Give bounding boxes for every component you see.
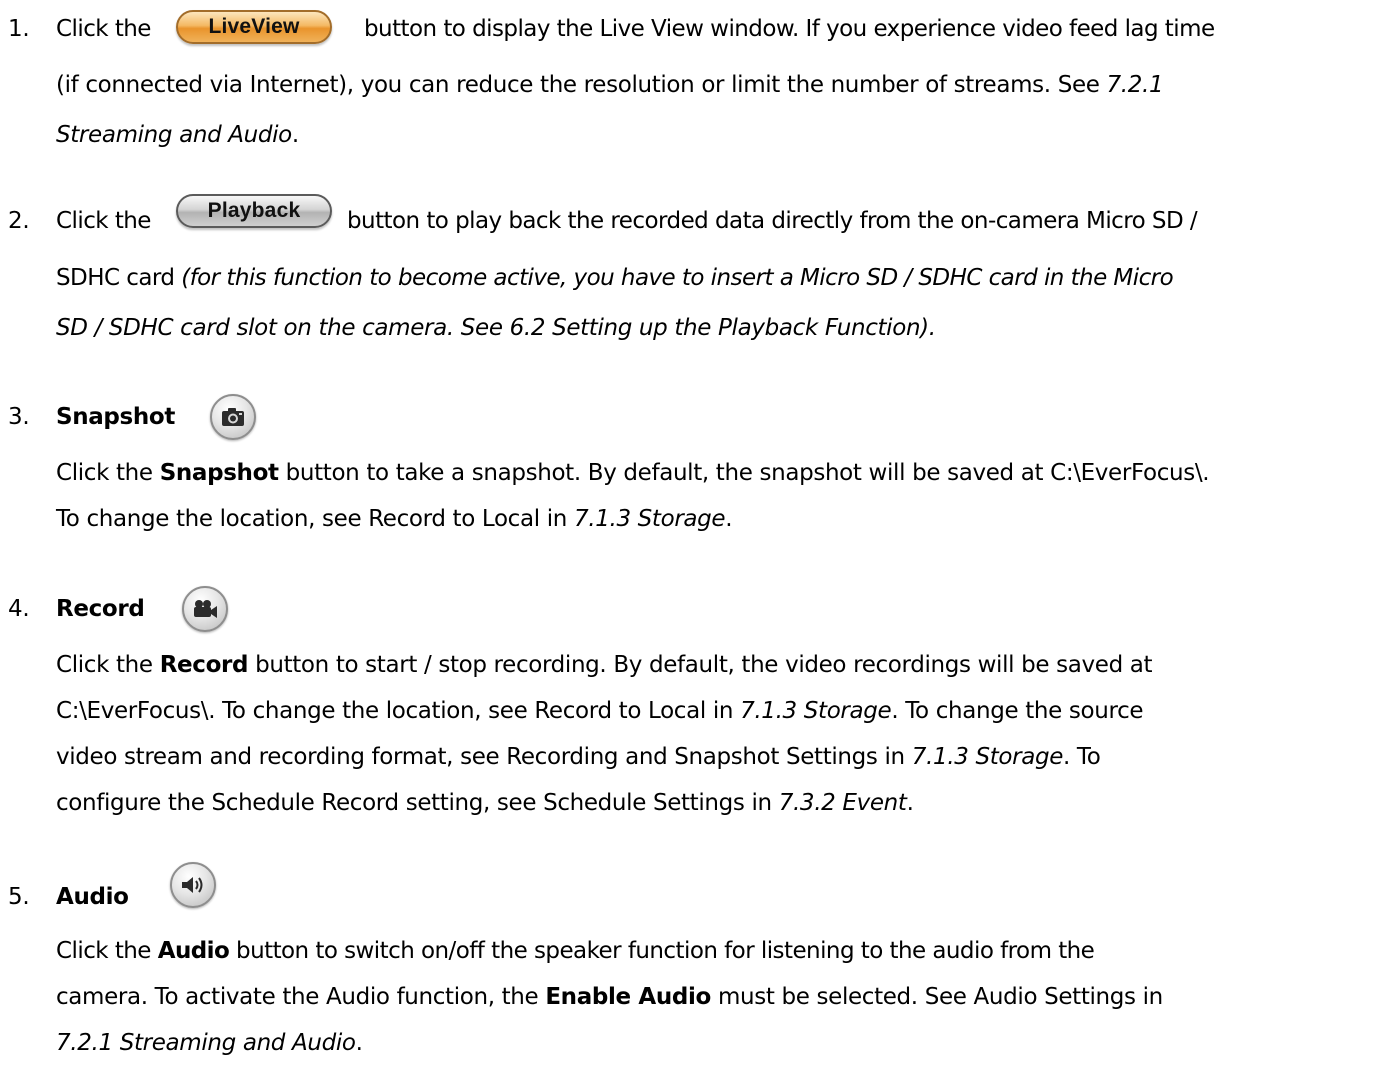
body-text-line: Click the Record button to start / stop …: [56, 648, 1153, 682]
italic-reference: Streaming and Audio: [56, 122, 292, 148]
body-text-line: C:\EverFocus\. To change the location, s…: [56, 694, 1144, 728]
text-run: . To change the source: [891, 698, 1144, 724]
camera-icon[interactable]: [210, 394, 256, 440]
text-run: Click the: [56, 938, 158, 964]
text-run: must be selected. See Audio Settings in: [711, 984, 1163, 1010]
text-run: To change the location, see Record to Lo…: [56, 506, 574, 532]
bold-term: Enable Audio: [545, 984, 711, 1010]
text-run: C:\EverFocus\. To change the location, s…: [56, 698, 741, 724]
text-run: .: [906, 790, 914, 816]
section-title-text: Record: [56, 596, 145, 622]
body-text-line: Click the: [56, 204, 151, 238]
section-title-text: Snapshot: [56, 404, 175, 430]
italic-reference: SD / SDHC card slot on the camera. See 6…: [56, 315, 936, 341]
text-run: Click the: [56, 208, 151, 234]
body-text-line: video stream and recording format, see R…: [56, 740, 1101, 774]
liveview-button[interactable]: LiveView: [176, 10, 332, 44]
body-text-line: camera. To activate the Audio function, …: [56, 980, 1163, 1014]
text-run: Click the: [56, 652, 160, 678]
italic-reference: 7.2.1: [1106, 72, 1164, 98]
text-run: camera. To activate the Audio function, …: [56, 984, 546, 1010]
list-number: 5.: [8, 884, 30, 910]
body-text-line-after-button: button to play back the recorded data di…: [347, 204, 1198, 238]
list-number: 4.: [8, 596, 30, 622]
bold-term: Audio: [157, 938, 230, 964]
body-text-line: Click the Audio button to switch on/off …: [56, 934, 1095, 968]
list-number: 3.: [8, 404, 30, 430]
text-run: .: [291, 122, 299, 148]
italic-reference: 7.3.2 Event: [778, 790, 907, 816]
italic-reference: 7.1.3 Storage: [573, 506, 726, 532]
text-run: SDHC card: [56, 265, 182, 291]
text-run: button to switch on/off the speaker func…: [229, 938, 1095, 964]
video-camera-icon[interactable]: [182, 586, 228, 632]
playback-button[interactable]: Playback: [176, 194, 332, 228]
italic-reference: (for this function to become active, you…: [181, 265, 1174, 291]
manual-page: 1. Click the button to display the Live V…: [0, 0, 1388, 1080]
body-text-line: SDHC card (for this function to become a…: [56, 261, 1174, 295]
list-number: 1.: [8, 16, 30, 42]
italic-reference: 7.1.3 Storage: [911, 744, 1064, 770]
text-run: button to take a snapshot. By default, t…: [278, 460, 1210, 486]
text-run: .: [355, 1030, 363, 1056]
text-run: .: [725, 506, 733, 532]
text-run: button to start / stop recording. By def…: [248, 652, 1153, 678]
text-run: configure the Schedule Record setting, s…: [56, 790, 779, 816]
italic-reference: 7.2.1 Streaming and Audio: [56, 1030, 356, 1056]
speaker-icon[interactable]: [170, 862, 216, 908]
section-title-record: Record: [56, 592, 145, 626]
text-run: button to display the Live View window. …: [364, 16, 1215, 42]
body-text-line: Click the: [56, 12, 151, 46]
bold-term: Record: [159, 652, 249, 678]
italic-reference: 7.1.3 Storage: [740, 698, 892, 724]
section-title-snapshot: Snapshot: [56, 400, 175, 434]
text-run: button to play back the recorded data di…: [347, 208, 1198, 234]
body-text-line: Click the Snapshot button to take a snap…: [56, 456, 1210, 490]
list-number: 2.: [8, 208, 30, 234]
text-run: video stream and recording format, see R…: [56, 744, 912, 770]
section-title-text: Audio: [56, 884, 129, 910]
text-run: Click the: [56, 460, 160, 486]
body-text-line-after-button: button to display the Live View window. …: [364, 12, 1215, 46]
body-text-line: Streaming and Audio.: [56, 118, 299, 152]
body-text-line: 7.2.1 Streaming and Audio.: [56, 1026, 363, 1060]
text-run: Click the: [56, 16, 151, 42]
text-run: (if connected via Internet), you can red…: [56, 72, 1107, 98]
body-text-line: (if connected via Internet), you can red…: [56, 68, 1164, 102]
body-text-line: SD / SDHC card slot on the camera. See 6…: [56, 311, 936, 345]
body-text-line: To change the location, see Record to Lo…: [56, 502, 733, 536]
bold-term: Snapshot: [159, 460, 279, 486]
text-run: . To: [1063, 744, 1101, 770]
body-text-line: configure the Schedule Record setting, s…: [56, 786, 914, 820]
section-title-audio: Audio: [56, 880, 129, 914]
